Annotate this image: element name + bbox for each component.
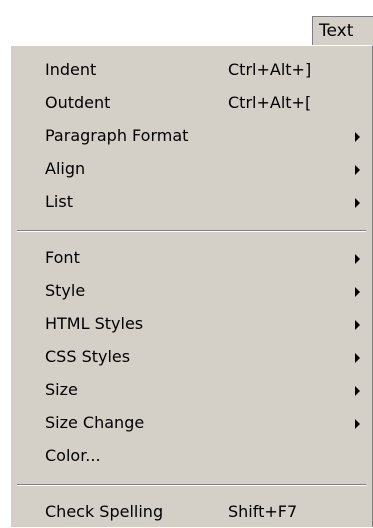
submenu-arrow-icon [355, 165, 360, 175]
menu-item-label: List [45, 192, 73, 211]
menu-item-shortcut: Ctrl+Alt+] [228, 60, 312, 79]
menu-item-label: Font [45, 248, 80, 267]
menu-item-check-spelling[interactable]: Check Spelling Shift+F7 [11, 496, 372, 528]
menu-item-color[interactable]: Color... [11, 440, 372, 472]
menubar-text-label: Text [319, 21, 354, 41]
menu-item-label: Paragraph Format [45, 126, 189, 145]
menu-item-style[interactable]: Style [11, 275, 372, 307]
menu-separator [17, 230, 366, 232]
menubar-text-menu[interactable]: Text [312, 16, 373, 45]
menu-item-outdent[interactable]: Outdent Ctrl+Alt+[ [11, 87, 372, 119]
submenu-arrow-icon [355, 386, 360, 396]
menu-separator [17, 484, 366, 486]
menu-item-label: Color... [45, 446, 101, 465]
submenu-arrow-icon [355, 320, 360, 330]
menu-item-label: Outdent [45, 93, 111, 112]
submenu-arrow-icon [355, 132, 360, 142]
menu-item-label: Indent [45, 60, 97, 79]
menu-item-label: Size [45, 380, 78, 399]
menu-item-label: CSS Styles [45, 347, 131, 366]
menu-item-paragraph-format[interactable]: Paragraph Format [11, 120, 372, 152]
menu-item-size-change[interactable]: Size Change [11, 407, 372, 439]
menu-item-shortcut: Shift+F7 [228, 502, 298, 521]
menu-item-css-styles[interactable]: CSS Styles [11, 341, 372, 373]
submenu-arrow-icon [355, 287, 360, 297]
menu-item-label: Align [45, 159, 86, 178]
menu-item-label: Size Change [45, 413, 145, 432]
submenu-arrow-icon [355, 254, 360, 264]
menu-item-html-styles[interactable]: HTML Styles [11, 308, 372, 340]
submenu-arrow-icon [355, 353, 360, 363]
menu-item-size[interactable]: Size [11, 374, 372, 406]
menu-item-label: Check Spelling [45, 502, 164, 521]
menu-item-indent[interactable]: Indent Ctrl+Alt+] [11, 54, 372, 86]
menu-item-label: Style [45, 281, 86, 300]
submenu-arrow-icon [355, 419, 360, 429]
submenu-arrow-icon [355, 198, 360, 208]
menu-item-shortcut: Ctrl+Alt+[ [228, 93, 312, 112]
menu-item-label: HTML Styles [45, 314, 144, 333]
menu-item-font[interactable]: Font [11, 242, 372, 274]
text-dropdown-menu: Indent Ctrl+Alt+] Outdent Ctrl+Alt+[ Par… [10, 45, 373, 527]
menu-item-align[interactable]: Align [11, 153, 372, 185]
menu-item-list[interactable]: List [11, 186, 372, 218]
